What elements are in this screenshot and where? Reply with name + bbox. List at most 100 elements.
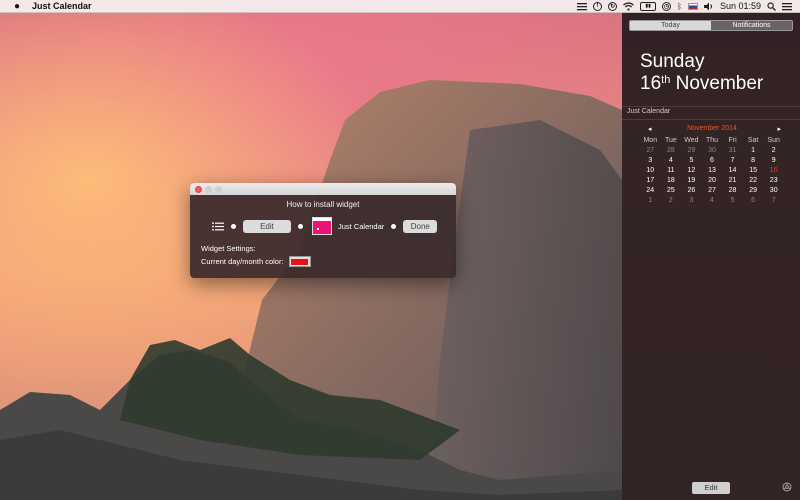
- wifi-icon[interactable]: [623, 1, 635, 11]
- nc-segmented-control: Today Notifications: [629, 20, 793, 31]
- widget-thumbnail-icon: [312, 217, 332, 235]
- current-color-label: Current day/month color:: [201, 257, 284, 266]
- calendar-day[interactable]: 3: [681, 197, 702, 204]
- weekday-header: Wed: [684, 137, 699, 144]
- calendar-day[interactable]: 22: [743, 177, 764, 184]
- calendar-day[interactable]: 21: [722, 177, 743, 184]
- calendar-day[interactable]: 6: [743, 197, 764, 204]
- today-date: 16th November: [640, 73, 763, 95]
- tab-notifications[interactable]: Notifications: [711, 21, 792, 30]
- calendar-month-label: November 2014: [687, 125, 737, 132]
- calendar-day[interactable]: 5: [722, 197, 743, 204]
- calendar-day[interactable]: 3: [640, 157, 661, 164]
- install-steps: Edit Just Calendar Done: [212, 217, 438, 235]
- calendar-day[interactable]: 26: [681, 187, 702, 194]
- today-date-month: November: [675, 73, 764, 94]
- calendar-day[interactable]: 27: [702, 187, 723, 194]
- calendar-day[interactable]: 7: [722, 157, 743, 164]
- gear-icon[interactable]: [782, 482, 792, 492]
- calendar-day[interactable]: 11: [661, 167, 682, 174]
- calendar-day[interactable]: 29: [681, 147, 702, 154]
- current-color-fill: [291, 258, 309, 265]
- today-day-name: Sunday: [640, 51, 705, 72]
- calendar-day[interactable]: 30: [702, 147, 723, 154]
- calendar-day[interactable]: 20: [702, 177, 723, 184]
- widget-divider: [622, 119, 800, 120]
- calendar-day[interactable]: 1: [743, 147, 764, 154]
- edit-button[interactable]: Edit: [692, 482, 730, 494]
- calendar-day[interactable]: 6: [702, 157, 723, 164]
- step-dot: [231, 223, 236, 229]
- calendar-day[interactable]: 19: [681, 177, 702, 184]
- calendar-day[interactable]: 4: [702, 197, 723, 204]
- tab-today[interactable]: Today: [630, 21, 711, 30]
- current-color-well[interactable]: [288, 256, 311, 267]
- weekday-header: Tue: [664, 137, 677, 144]
- calendar-day[interactable]: 27: [640, 147, 661, 154]
- calendar-day[interactable]: 25: [661, 187, 682, 194]
- battery-icon[interactable]: ▮▮: [640, 1, 657, 11]
- calendar-day[interactable]: 2: [763, 147, 784, 154]
- calendar-day[interactable]: 31: [722, 147, 743, 154]
- calendar-day[interactable]: 30: [763, 187, 784, 194]
- calendar-day[interactable]: 2: [661, 197, 682, 204]
- close-button[interactable]: [195, 185, 202, 193]
- calendar-day[interactable]: 28: [722, 187, 743, 194]
- calendar-day[interactable]: 23: [763, 177, 784, 184]
- menubar-clock[interactable]: Sun 01:59: [720, 1, 761, 11]
- notification-list-icon: [212, 221, 224, 231]
- weekday-header: Fri: [728, 137, 737, 144]
- notification-center-icon[interactable]: [782, 1, 792, 11]
- calendar-day[interactable]: 29: [743, 187, 764, 194]
- next-month-icon[interactable]: ▸: [777, 125, 781, 133]
- widget-name-label: Just Calendar: [338, 221, 385, 231]
- edit-button-illustration: Edit: [243, 219, 291, 233]
- calendar-day[interactable]: 5: [681, 157, 702, 164]
- bluetooth-icon[interactable]: ᛒ: [677, 1, 682, 11]
- list-icon[interactable]: [577, 2, 588, 11]
- calendar-day[interactable]: 18: [661, 177, 682, 184]
- menubar: ● Just Calendar ! ↻ ▮▮ ◷ ᛒ Sun 01:59: [0, 0, 800, 13]
- volume-icon[interactable]: [703, 1, 714, 11]
- calendar-day[interactable]: 17: [640, 177, 661, 184]
- zoom-button[interactable]: [215, 185, 222, 193]
- weekday-header: Mon: [643, 137, 658, 144]
- flag-icon[interactable]: [687, 2, 698, 10]
- widget-divider: [622, 106, 800, 107]
- calendar-day[interactable]: 24: [640, 187, 661, 194]
- today-date-suffix: th: [661, 74, 671, 86]
- install-widget-dialog: How to install widget Edit Just Calendar…: [190, 183, 456, 278]
- calendar-widget: ◂ November 2014 ▸ Mon Tue Wed Thu Fri Sat Sun 2…: [640, 125, 784, 204]
- widget-header: Just Calendar: [627, 108, 671, 115]
- menubar-status-area: ! ↻ ▮▮ ◷ ᛒ Sun 01:59: [577, 1, 792, 11]
- time-machine-icon[interactable]: ◷: [662, 1, 672, 11]
- notification-center-panel: Today Notifications Sunday 16th November…: [622, 12, 800, 500]
- calendar-day[interactable]: 28: [661, 147, 682, 154]
- calendar-day[interactable]: 14: [722, 167, 743, 174]
- calendar-day[interactable]: 1: [640, 197, 661, 204]
- calendar-grid: Mon Tue Wed Thu Fri Sat Sun 27 28 29 30 31 1 2 3 4 5 6 7 8 9…: [640, 137, 784, 204]
- calendar-day[interactable]: 13: [702, 167, 723, 174]
- current-color-row: Current day/month color:: [201, 256, 311, 267]
- calendar-day-today[interactable]: 16: [763, 167, 784, 174]
- calendar-day[interactable]: 10: [640, 167, 661, 174]
- app-menu-name[interactable]: Just Calendar: [32, 1, 92, 11]
- sync-icon[interactable]: ↻: [608, 1, 618, 11]
- apple-menu-icon[interactable]: ●: [12, 1, 22, 12]
- calendar-day[interactable]: 15: [743, 167, 764, 174]
- calendar-day[interactable]: 7: [763, 197, 784, 204]
- calendar-day[interactable]: 9: [763, 157, 784, 164]
- weekday-header: Thu: [705, 137, 719, 144]
- done-button-illustration: Done: [403, 219, 438, 233]
- step-dot: [391, 223, 397, 229]
- dialog-titlebar[interactable]: [190, 183, 456, 195]
- calendar-day[interactable]: 12: [681, 167, 702, 174]
- calendar-nav: ◂ November 2014 ▸: [640, 125, 784, 135]
- spotlight-search-icon[interactable]: [767, 1, 776, 11]
- info-icon[interactable]: !: [593, 1, 603, 11]
- minimize-button[interactable]: [205, 185, 212, 193]
- calendar-day[interactable]: 8: [743, 157, 764, 164]
- widget-settings-heading: Widget Settings:: [201, 244, 256, 253]
- calendar-day[interactable]: 4: [661, 157, 682, 164]
- dialog-title: How to install widget: [286, 200, 360, 209]
